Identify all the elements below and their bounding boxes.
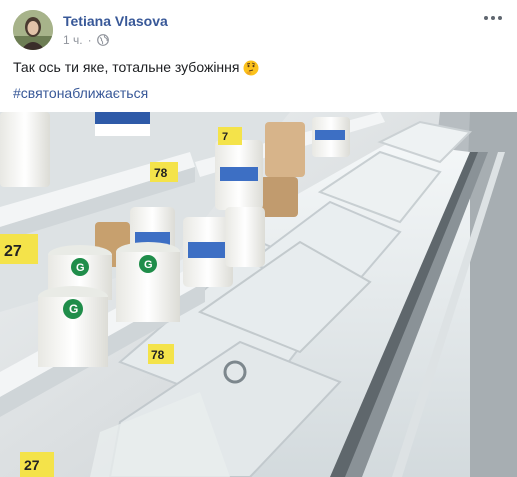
post-timestamp[interactable]: 1 ч. xyxy=(63,33,83,47)
post-text-content: Так ось ти яке, тотальне зубожіння xyxy=(13,59,240,75)
dot xyxy=(498,16,502,20)
post-text: Так ось ти яке, тотальне зубожіння xyxy=(13,58,259,77)
globe-icon[interactable] xyxy=(96,34,109,46)
post-photo[interactable]: G G G 27 78 7 78 27 xyxy=(0,112,517,477)
avatar[interactable] xyxy=(13,10,53,50)
svg-text:G: G xyxy=(76,262,85,274)
price-tag-text: 7 xyxy=(222,131,228,143)
thinking-face-emoji xyxy=(243,60,259,76)
avatar-image xyxy=(13,10,53,50)
facebook-post: Tetiana Vlasova 1 ч. · Так ось ти яке, т… xyxy=(0,0,517,477)
price-tag-text: 27 xyxy=(24,457,40,473)
price-tag-text: 27 xyxy=(4,243,22,260)
post-header: Tetiana Vlasova 1 ч. · xyxy=(0,0,517,56)
price-tag-text: 78 xyxy=(154,166,168,180)
dot xyxy=(484,16,488,20)
price-tag-text: 78 xyxy=(151,348,165,362)
hashtag-link[interactable]: #святонаближається xyxy=(13,84,148,103)
more-options-icon[interactable] xyxy=(481,9,505,27)
author-name[interactable]: Tetiana Vlasova xyxy=(63,13,168,29)
dot xyxy=(491,16,495,20)
svg-text:G: G xyxy=(69,302,78,316)
post-meta: 1 ч. · xyxy=(63,33,109,47)
svg-text:G: G xyxy=(144,259,153,271)
meta-separator: · xyxy=(87,33,92,47)
supermarket-shelf-photo: G G G 27 78 7 78 27 xyxy=(0,112,517,477)
